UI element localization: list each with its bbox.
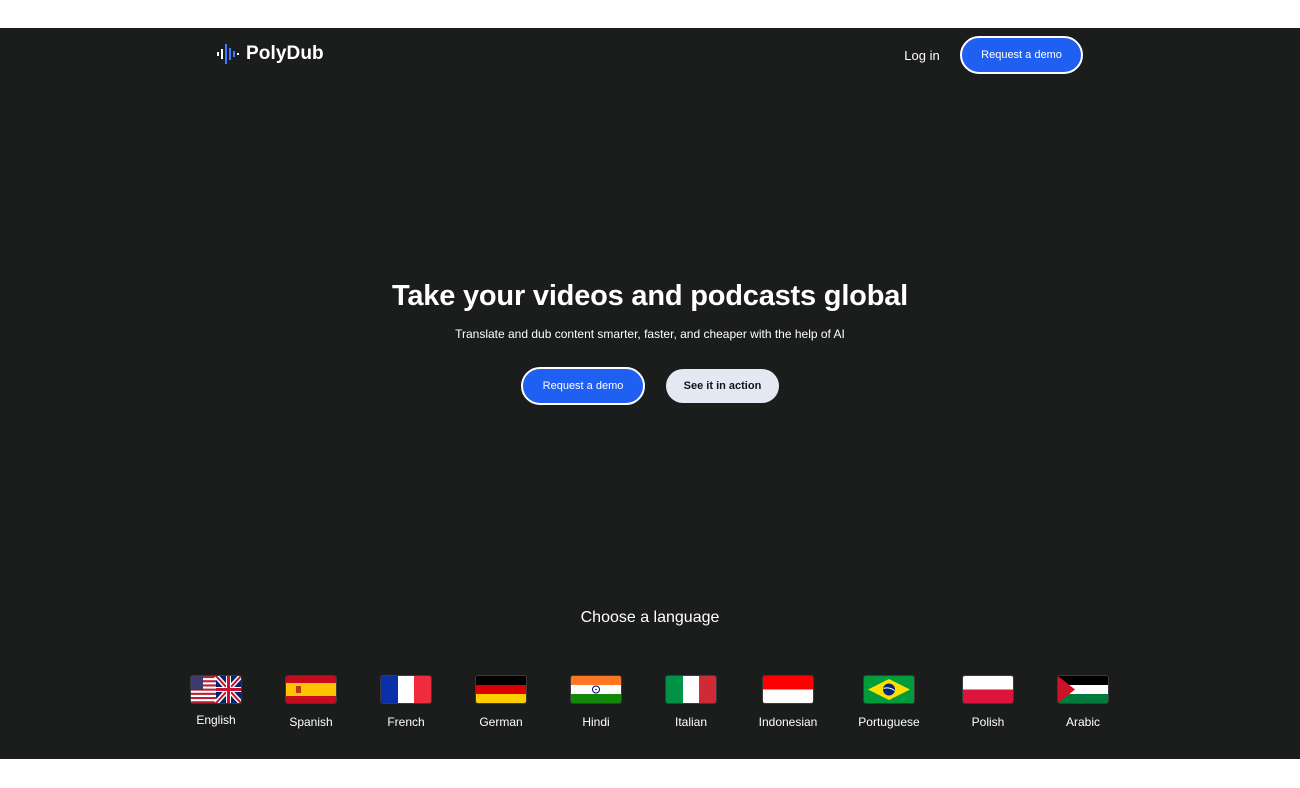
language-option-indonesian[interactable]: Indonesian	[743, 675, 833, 729]
language-option-arabic[interactable]: Arabic	[1038, 675, 1128, 729]
flag-indonesia-icon	[762, 675, 814, 704]
language-label: Arabic	[1065, 715, 1100, 729]
login-link[interactable]: Log in	[896, 46, 948, 66]
language-option-hindi[interactable]: Hindi	[551, 675, 641, 729]
hero-request-demo-button[interactable]: Request a demo	[521, 367, 645, 405]
header-request-demo-button[interactable]: Request a demo	[960, 36, 1083, 74]
language-option-portuguese[interactable]: Portuguese	[844, 675, 934, 729]
choose-language-heading: Choose a language	[580, 609, 720, 626]
flag-india-icon	[570, 675, 622, 704]
language-label: Italian	[674, 715, 708, 729]
language-option-english[interactable]: English	[171, 675, 261, 727]
hero-title: Take your videos and podcasts global	[391, 280, 908, 312]
brand-name: PolyDub	[246, 43, 324, 64]
landing-page: PolyDub Log in Request a demo Take your …	[0, 28, 1300, 759]
language-option-german[interactable]: German	[456, 675, 546, 729]
language-label: Indonesian	[758, 715, 818, 729]
language-label: German	[479, 715, 523, 729]
flag-poland-icon	[962, 675, 1014, 704]
language-label: French	[387, 715, 425, 729]
brand-logo-link[interactable]: PolyDub	[216, 42, 324, 66]
language-option-spanish[interactable]: Spanish	[266, 675, 356, 729]
flag-spain-icon	[285, 675, 337, 704]
language-label: English	[196, 713, 236, 727]
language-option-french[interactable]: French	[361, 675, 451, 729]
flag-palestine-icon	[1057, 675, 1109, 704]
language-label: Polish	[971, 715, 1005, 729]
soundwave-logo-icon	[217, 44, 239, 64]
flag-us-uk-icon	[190, 675, 242, 704]
flag-france-icon	[380, 675, 432, 704]
language-label: Spanish	[289, 715, 333, 729]
language-label: Hindi	[582, 715, 610, 729]
flag-germany-icon	[475, 675, 527, 704]
hero-subtitle: Translate and dub content smarter, faste…	[455, 327, 845, 341]
language-option-italian[interactable]: Italian	[646, 675, 736, 729]
language-label: Portuguese	[858, 715, 920, 729]
flag-italy-icon	[665, 675, 717, 704]
see-it-in-action-button[interactable]: See it in action	[666, 369, 779, 403]
flag-brazil-icon	[863, 675, 915, 704]
language-option-polish[interactable]: Polish	[943, 675, 1033, 729]
